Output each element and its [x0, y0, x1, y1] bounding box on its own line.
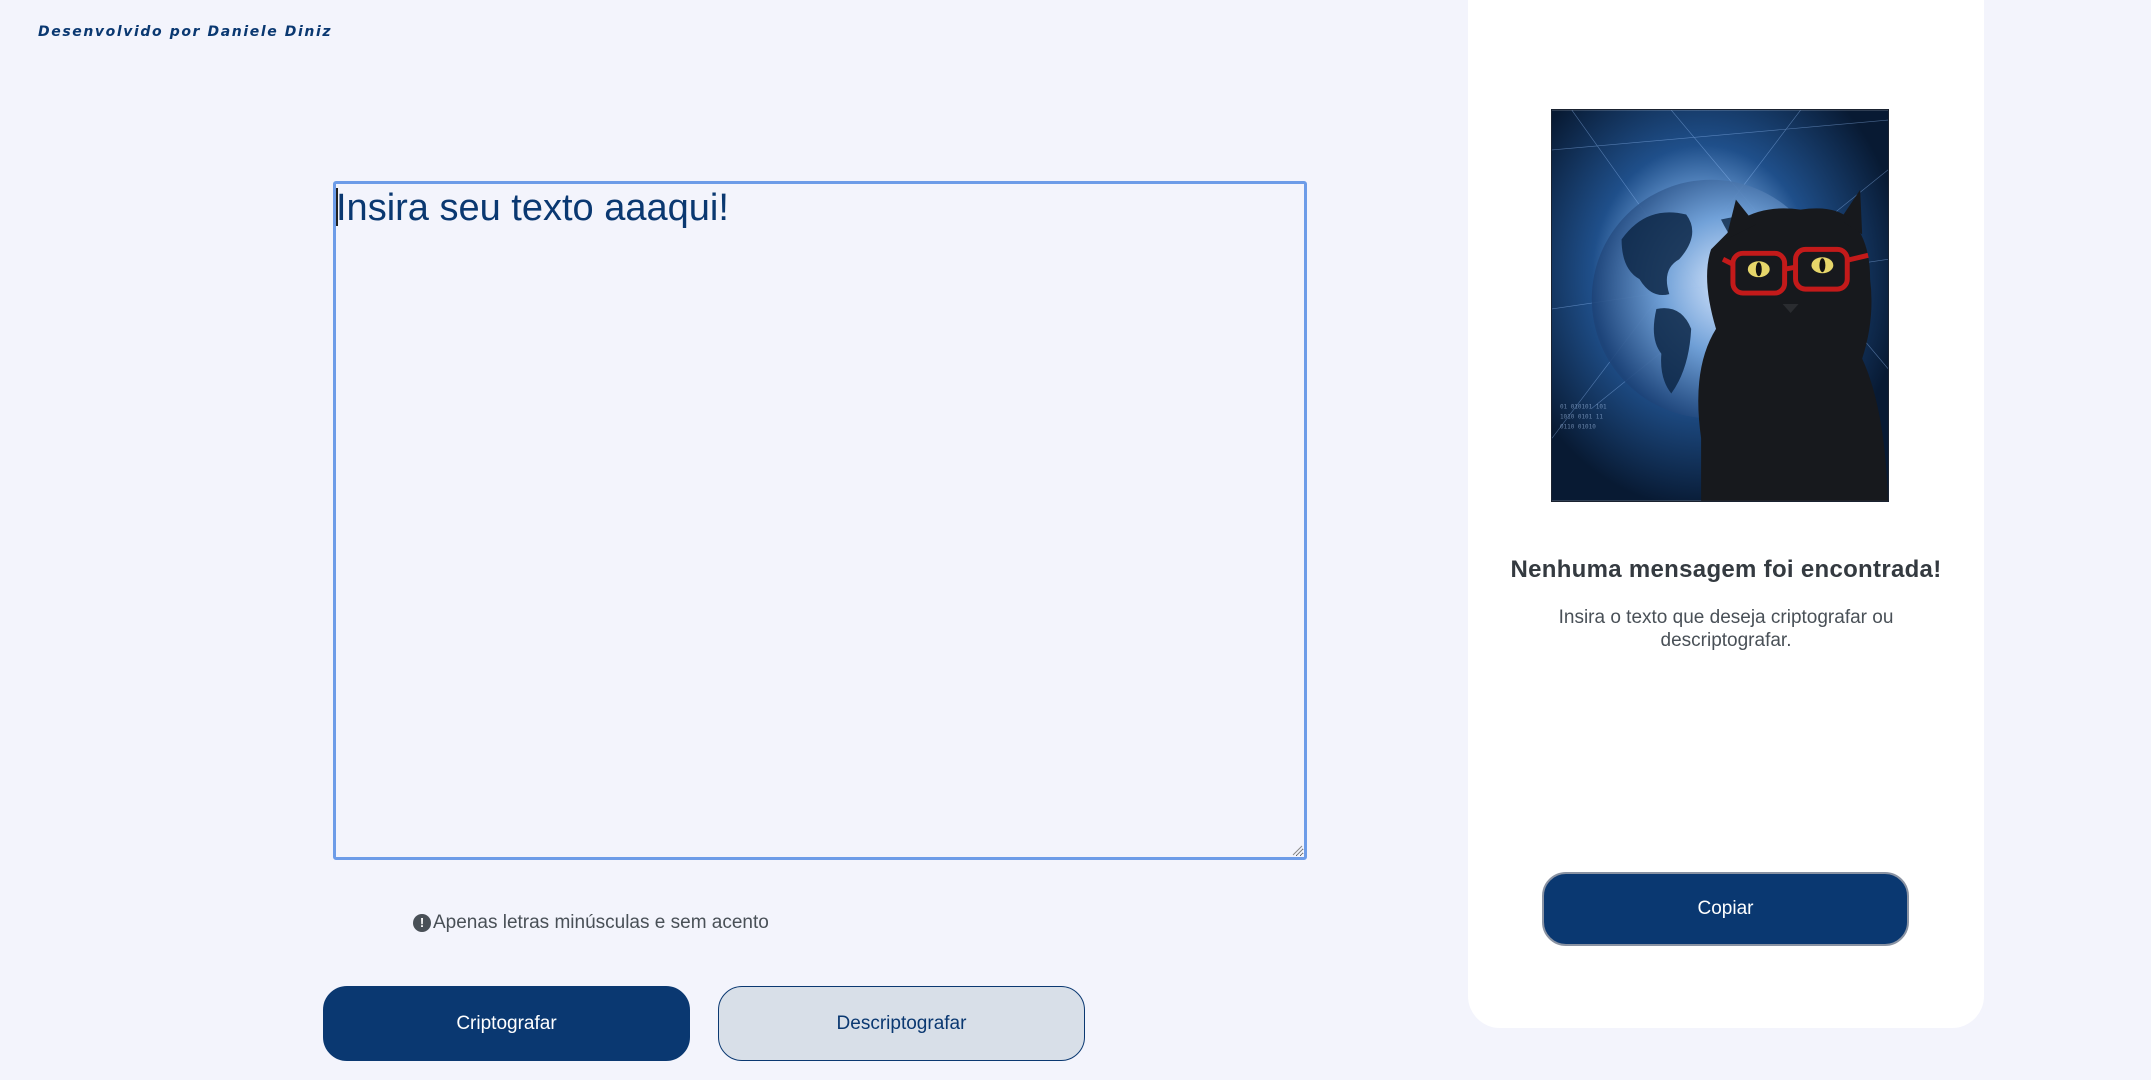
decrypt-button[interactable]: Descriptografar: [718, 986, 1085, 1061]
empty-state-title: Nenhuma mensagem foi encontrada!: [1510, 556, 1942, 583]
svg-text:01 010101 101: 01 010101 101: [1560, 403, 1607, 410]
cat-globe-illustration: 01 010101 101 1010 0101 11 0110 01010: [1551, 109, 1889, 502]
text-caret: [336, 188, 338, 226]
resize-grip-icon[interactable]: [1291, 844, 1303, 856]
svg-text:0110 01010: 0110 01010: [1560, 423, 1596, 430]
developer-credit: Desenvolvido por Daniele Diniz: [38, 24, 333, 40]
page: Desenvolvido por Daniele Diniz ! Apenas …: [0, 0, 2151, 1080]
svg-text:1010 0101 11: 1010 0101 11: [1560, 413, 1603, 420]
encrypt-button[interactable]: Criptografar: [323, 986, 690, 1061]
copy-button[interactable]: Copiar: [1542, 872, 1909, 946]
input-hint: ! Apenas letras minúsculas e sem acento: [413, 912, 769, 934]
message-input[interactable]: [333, 181, 1307, 860]
input-hint-text: Apenas letras minúsculas e sem acento: [433, 912, 769, 933]
exclamation-circle-icon: !: [413, 914, 431, 932]
empty-state-description: Insira o texto que deseja criptografar o…: [1558, 607, 1894, 651]
